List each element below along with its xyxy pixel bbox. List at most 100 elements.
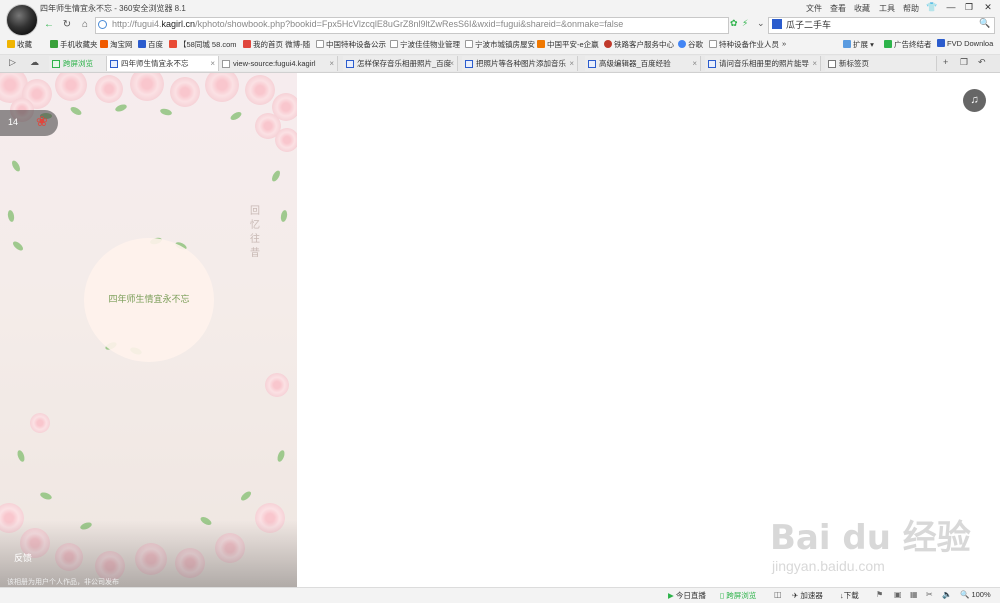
flag-icon[interactable]: ⚑ <box>876 590 883 599</box>
refresh-button[interactable]: ↻ <box>60 18 74 32</box>
url-text[interactable]: http://fugui4.kagirl.cn/kphoto/showbook.… <box>112 19 623 29</box>
baidu-search-icon[interactable] <box>772 19 782 29</box>
tile-icon[interactable]: ▦ <box>910 590 918 599</box>
leaf-decoration <box>16 449 26 463</box>
user-avatar[interactable] <box>6 4 38 36</box>
close-icon[interactable]: × <box>329 56 334 71</box>
extensions-button[interactable]: 扩展 ▾ <box>843 39 874 50</box>
bookmark-item[interactable]: 我的首页 微博-随 <box>243 39 310 50</box>
chevron-down-icon[interactable]: ⌄ <box>757 18 765 29</box>
close-icon[interactable]: × <box>569 56 574 71</box>
bookmark-item[interactable]: 铁路客户服务中心 <box>604 39 674 50</box>
page-count-text: 14 <box>8 117 19 127</box>
menu-view[interactable]: 查看 <box>830 3 846 14</box>
extension-adblock[interactable]: 广告终结者 <box>884 39 932 50</box>
58-icon <box>169 40 177 48</box>
page-icon <box>390 40 398 48</box>
tab-question[interactable]: 请问音乐相册里的照片能导 × <box>705 56 821 71</box>
rose-decoration <box>30 413 50 433</box>
tab-view-source[interactable]: view-source:fugui4.kagirl × <box>219 56 338 71</box>
vertical-caption: 回忆往昔 <box>250 206 260 259</box>
close-icon[interactable]: × <box>692 56 697 71</box>
album-disclaimer: 该相册为用户个人作品，非公司发布 <box>7 579 119 586</box>
home-button[interactable]: ⌂ <box>78 18 92 32</box>
window-icon[interactable]: ◫ <box>774 590 782 599</box>
leaf-decoration <box>39 491 53 501</box>
status-accelerator[interactable]: ✈ 加速器 <box>792 590 823 601</box>
menu-favorites[interactable]: 收藏 <box>854 3 870 14</box>
leaf-decoration <box>11 239 25 253</box>
tab-save-album[interactable]: 怎样保存音乐相册照片_百度 × <box>343 56 458 71</box>
rocket-icon: ✈ <box>792 591 799 600</box>
status-download[interactable]: ↓下载 <box>840 590 859 601</box>
baidu-icon <box>465 60 473 68</box>
tab-active[interactable]: 四年师生情宜永不忘 × <box>107 56 219 71</box>
watermark-url: jingyan.baidu.com <box>772 558 885 574</box>
page-icon <box>110 60 118 68</box>
album-title: 四年师生情宜永不忘 <box>108 294 190 304</box>
sidebar-toggle-icon[interactable]: ▷ <box>9 57 16 68</box>
bookmark-item[interactable]: 手机收藏夹 <box>50 39 98 50</box>
scissors-icon[interactable]: ✂ <box>926 590 933 599</box>
new-tab-button[interactable]: + <box>943 57 948 67</box>
tab-add-music[interactable]: 把照片等各种图片添加音乐 × <box>462 56 578 71</box>
restore-button[interactable]: ❐ <box>961 1 977 13</box>
cloud-icon[interactable]: ☁ <box>30 57 39 68</box>
search-icon[interactable]: 🔍 <box>979 18 990 29</box>
feedback-link[interactable]: 反馈 <box>14 551 32 564</box>
grid-icon <box>828 60 836 68</box>
rose-decoration <box>265 373 289 397</box>
skin-icon[interactable]: 👕 <box>924 1 940 13</box>
leaf-decoration <box>276 449 286 463</box>
speaker-icon[interactable]: 🔈 <box>942 590 952 599</box>
zoom-level[interactable]: 🔍 100% <box>960 590 991 599</box>
rose-decoration <box>170 77 200 107</box>
zoom-icon: 🔍 <box>960 590 970 599</box>
tab-advanced-editor[interactable]: 高级编辑器_百度经验 × <box>585 56 701 71</box>
tab-cross-screen[interactable]: 跨屏浏览 <box>49 56 107 71</box>
menu-help[interactable]: 帮助 <box>903 3 919 14</box>
bookmark-item[interactable]: 收藏 <box>7 39 32 50</box>
leaf-decoration <box>7 209 15 223</box>
undo-close-icon[interactable]: ↶ <box>978 57 986 68</box>
bookmark-item[interactable]: 宁波佳佳物业管理 <box>390 39 460 50</box>
music-toggle-icon[interactable]: ♫ <box>963 89 986 112</box>
close-button[interactable]: ✕ <box>980 1 996 13</box>
tab-list-icon[interactable]: ❐ <box>960 57 968 68</box>
bookmark-item[interactable]: 淘宝网 <box>100 39 133 50</box>
status-cross-screen[interactable]: ▯ 跨屏浏览 <box>720 590 756 601</box>
bookmarks-more-button[interactable]: » <box>782 39 786 48</box>
close-icon[interactable]: × <box>812 56 817 71</box>
bookmark-item[interactable]: 百度 <box>138 39 163 50</box>
bookmark-item[interactable]: 中国平安-e企赢 <box>537 39 599 50</box>
tab-new-tab[interactable]: 新标签页 <box>825 56 937 71</box>
bookmark-item[interactable]: 宁波市城镇房屋安 <box>465 39 535 50</box>
bookmark-item[interactable]: 【58同城 58.com <box>169 39 237 50</box>
menu-tools[interactable]: 工具 <box>879 3 895 14</box>
search-input[interactable] <box>786 18 966 30</box>
menu-file[interactable]: 文件 <box>806 3 822 14</box>
extension-fvd[interactable]: FVD Downloa <box>937 39 993 48</box>
download-icon <box>937 39 945 47</box>
bookmark-item[interactable]: 特种设备作业人员 <box>709 39 779 50</box>
minimize-button[interactable]: — <box>943 1 959 13</box>
security-check-icon[interactable]: ✿ <box>730 18 738 29</box>
google-icon <box>678 40 686 48</box>
phone-icon: ▯ <box>720 591 725 600</box>
puzzle-icon <box>843 40 851 48</box>
bookmark-item[interactable]: 谷歌 <box>678 39 703 50</box>
close-icon[interactable]: × <box>449 56 454 71</box>
speed-mode-icon[interactable]: ⚡ <box>742 18 748 29</box>
rose-decoration <box>95 75 123 103</box>
rose-icon: ❀ <box>36 113 48 129</box>
screenshot-icon[interactable]: ▣ <box>894 590 902 599</box>
phone-icon <box>50 40 58 48</box>
page-icon <box>316 40 324 48</box>
close-icon[interactable]: × <box>210 56 215 71</box>
status-live[interactable]: ▶ 今日直播 <box>668 590 706 601</box>
back-button[interactable]: ← <box>42 18 56 32</box>
bookmark-item[interactable]: 中国特种设备公示 <box>316 39 386 50</box>
shield-icon <box>884 40 892 48</box>
weibo-icon <box>243 40 251 48</box>
watermark-logo: Bai du 经验 <box>770 518 971 558</box>
